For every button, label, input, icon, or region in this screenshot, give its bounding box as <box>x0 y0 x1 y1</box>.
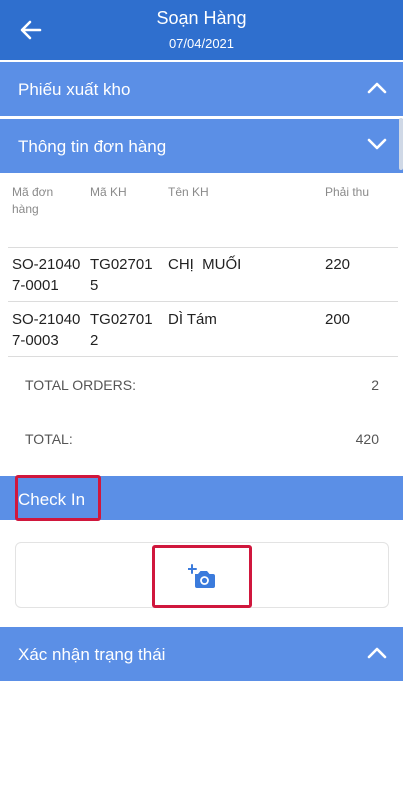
col-header-receivable: Phải thu <box>325 185 370 199</box>
col-header-customer-code: Mã KH <box>90 185 127 199</box>
col-header-order-code: Mã đơn hàng <box>12 185 54 216</box>
section-order-info[interactable]: Thông tin đơn hàng <box>0 119 403 173</box>
customer-code: TG027015 <box>90 256 153 294</box>
app-header: Soạn Hàng 07/04/2021 <box>0 0 403 60</box>
customer-code: TG027012 <box>90 311 153 349</box>
total-orders-value: 2 <box>371 377 379 393</box>
chevron-up-icon[interactable] <box>367 80 387 94</box>
section-order-info-label: Thông tin đơn hàng <box>18 137 167 156</box>
page-date: 07/04/2021 <box>168 36 235 51</box>
receivable: 220 <box>325 256 351 273</box>
highlight-box <box>152 545 252 608</box>
section-status-confirm-label: Xác nhận trạng thái <box>18 645 166 664</box>
customer-name: DÌ Tám <box>168 311 217 328</box>
chevron-down-icon[interactable] <box>367 137 387 151</box>
order-code: SO-210407-0003 <box>12 311 81 349</box>
page-title: Soạn Hàng <box>156 8 247 28</box>
total-value: 420 <box>355 431 379 447</box>
highlight-box <box>15 475 101 521</box>
customer-name: CHỊ MUỐI <box>168 256 242 273</box>
divider <box>8 356 398 357</box>
receivable: 200 <box>325 311 351 328</box>
scrollbar[interactable] <box>399 118 403 170</box>
section-export-slip[interactable]: Phiếu xuất kho <box>0 62 403 116</box>
total-orders-label: TOTAL ORDERS: <box>25 377 136 393</box>
total-label: TOTAL: <box>25 431 73 447</box>
divider <box>8 247 398 248</box>
order-code: SO-210407-0001 <box>12 256 81 294</box>
col-header-customer-name: Tên KH <box>168 185 209 199</box>
chevron-up-icon[interactable] <box>367 645 387 659</box>
divider <box>8 301 398 302</box>
section-status-confirm[interactable]: Xác nhận trạng thái <box>0 627 403 681</box>
section-export-slip-label: Phiếu xuất kho <box>18 80 131 99</box>
